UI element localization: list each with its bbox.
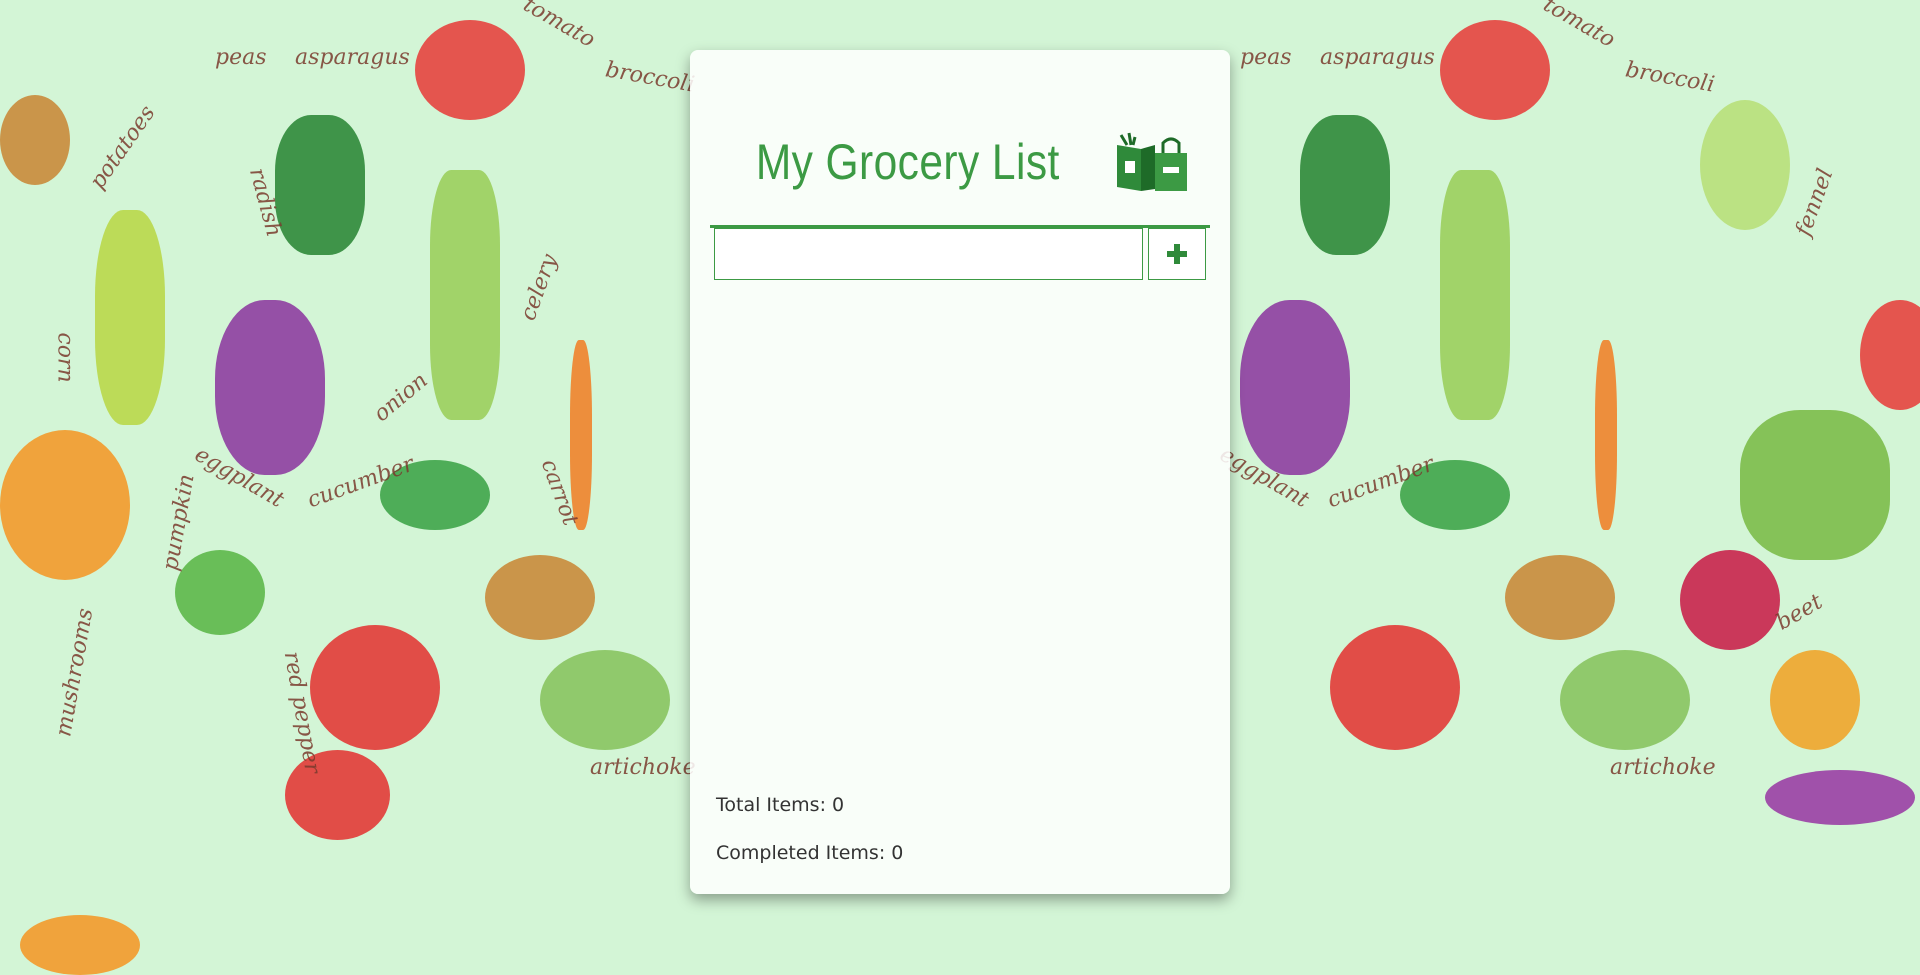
- celery-shape: [1440, 170, 1510, 420]
- tomato-shape: [415, 20, 525, 120]
- radish-shape: [275, 115, 365, 255]
- eggplant-shape: [1240, 300, 1350, 475]
- pepper-shape: [310, 625, 440, 750]
- bg-label: corn: [52, 332, 78, 383]
- stats: Total Items: 0 Completed Items: 0: [716, 794, 903, 864]
- bg-label: peas: [1240, 45, 1292, 70]
- tomato-shape: [1440, 20, 1550, 120]
- onion-slice-shape: [1765, 770, 1915, 825]
- pumpkin-shape: [0, 430, 130, 580]
- bg-label: tomato: [1538, 0, 1620, 53]
- bg-label: broccoli: [1623, 57, 1717, 98]
- page-title: My Grocery List: [756, 133, 1060, 190]
- bg-label: fennel: [1791, 165, 1839, 240]
- carrot-shape: [1595, 340, 1617, 530]
- header: My Grocery List: [710, 98, 1210, 228]
- bg-label: artichoke: [1610, 755, 1716, 780]
- plus-icon: [1167, 244, 1187, 264]
- potato-shape: [0, 95, 70, 185]
- completed-items-label: Completed Items: 0: [716, 842, 904, 864]
- radish-shape: [1300, 115, 1390, 255]
- grocery-list-card: My Grocery List Total Items: 0 Completed…: [690, 50, 1230, 894]
- bg-label: celery: [515, 251, 563, 324]
- grocery-bag-icon: [1116, 132, 1187, 191]
- bg-label: onion: [369, 368, 433, 427]
- add-item-button[interactable]: [1148, 228, 1206, 280]
- bg-label: mushrooms: [51, 606, 99, 739]
- bg-label: artichoke: [590, 755, 696, 780]
- beet-shape: [1680, 550, 1780, 650]
- pumpkin-slice-shape: [20, 915, 140, 975]
- bg-label: asparagus: [1320, 45, 1435, 70]
- broccoli-shape: [175, 550, 265, 635]
- pepper-shape: [1330, 625, 1460, 750]
- bg-label: tomato: [518, 0, 600, 53]
- celery-shape: [430, 170, 500, 420]
- total-items-label: Total Items: 0: [716, 794, 845, 816]
- bg-label: beet: [1772, 589, 1827, 636]
- fennel-shape: [1700, 100, 1790, 230]
- onion-shape: [1770, 650, 1860, 750]
- artichoke-shape: [540, 650, 670, 750]
- potato-shape: [1505, 555, 1615, 640]
- corn-shape: [95, 210, 165, 425]
- potato-shape: [485, 555, 595, 640]
- add-item-row: [714, 228, 1206, 282]
- item-input[interactable]: [714, 228, 1143, 280]
- eggplant-shape: [215, 300, 325, 475]
- bg-label: peas: [215, 45, 267, 70]
- artichoke-shape: [1560, 650, 1690, 750]
- bg-label: potatoes: [85, 101, 161, 194]
- tomato-shape: [1860, 300, 1920, 410]
- bg-label: broccoli: [603, 57, 697, 98]
- bg-label: asparagus: [295, 45, 410, 70]
- chard-shape: [1740, 410, 1890, 560]
